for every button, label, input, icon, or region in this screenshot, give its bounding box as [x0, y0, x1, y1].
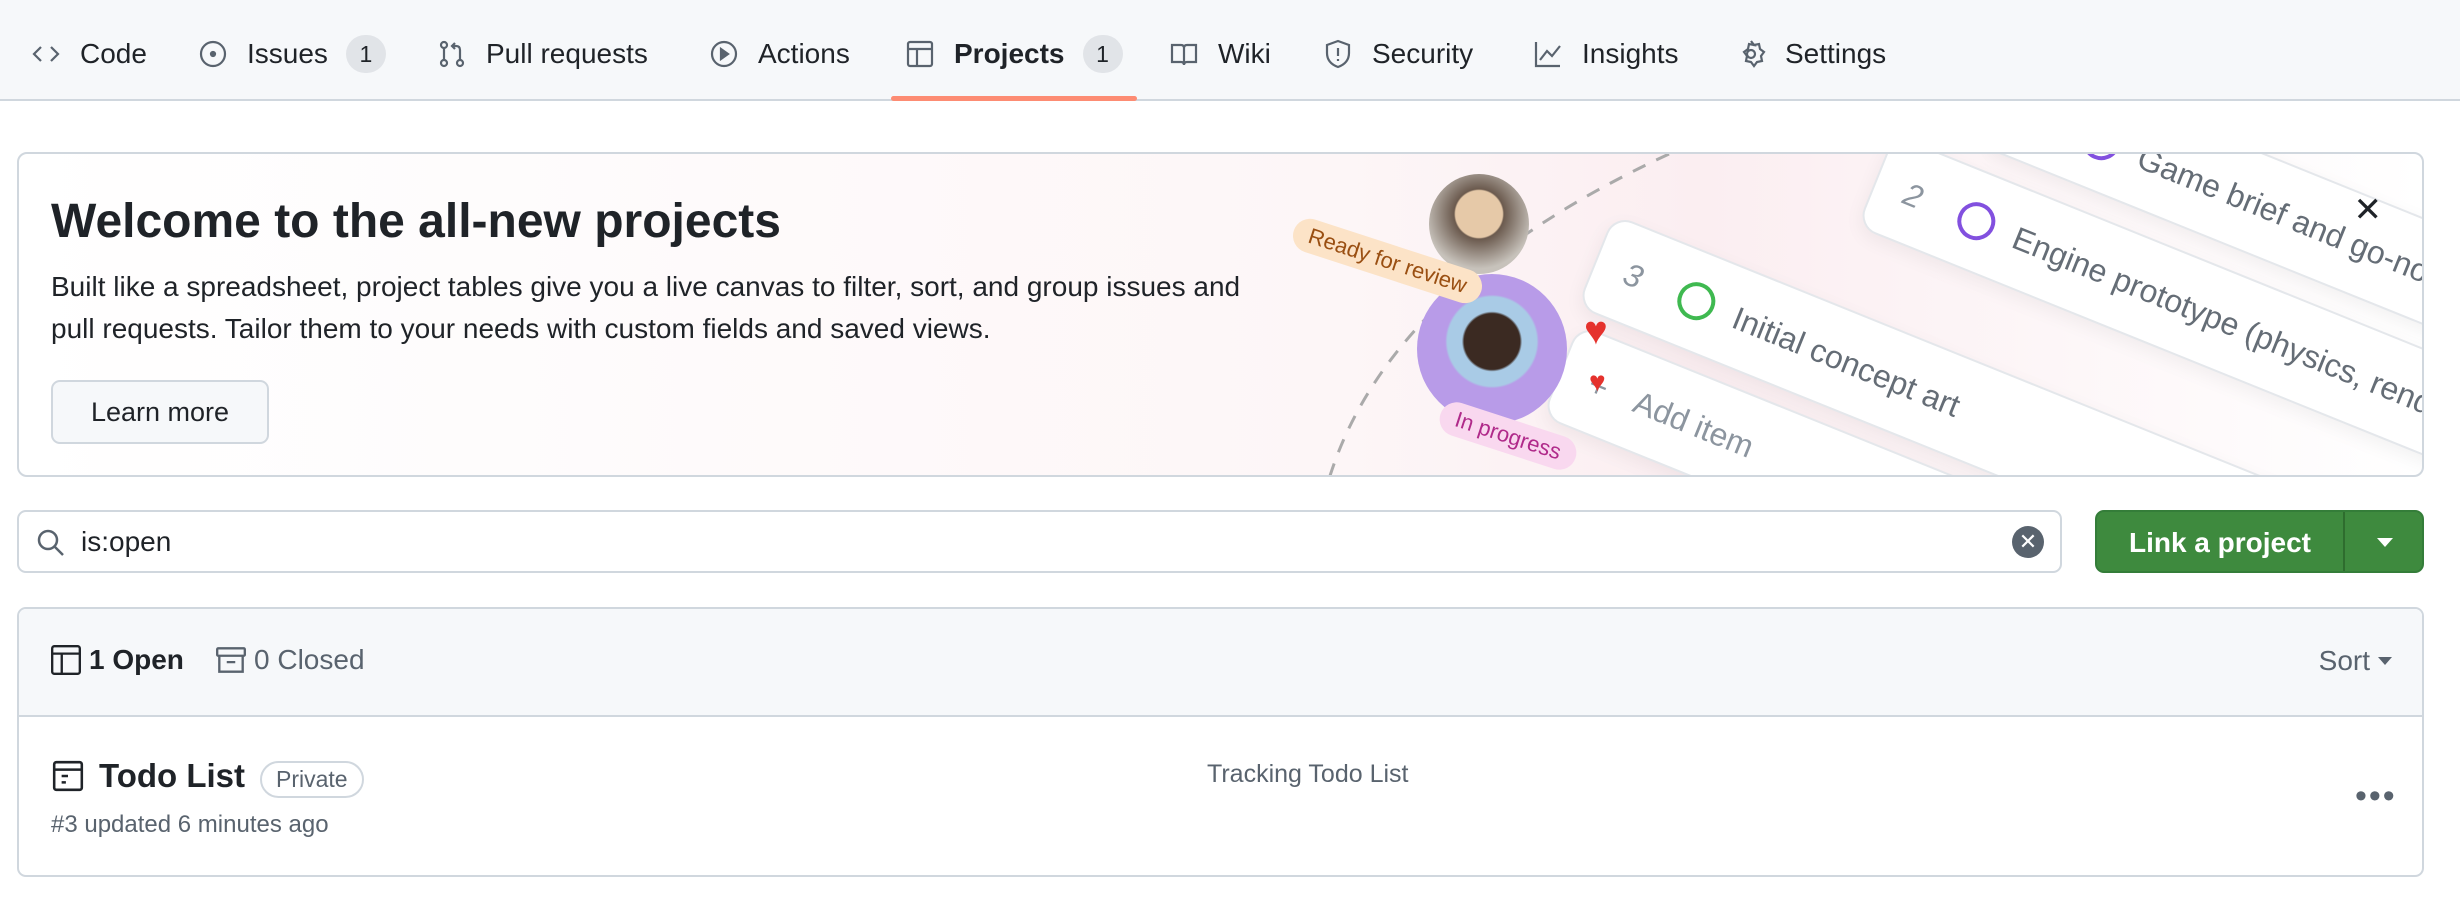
item-number: 3 [1618, 255, 1649, 296]
tab-label: Wiki [1218, 38, 1271, 69]
link-project-button[interactable]: Link a project [2095, 510, 2424, 573]
open-issue-icon [1671, 276, 1721, 326]
tab-security[interactable]: Security [1322, 30, 1473, 78]
tab-pull-requests[interactable]: Pull requests [436, 30, 648, 78]
tab-label: Issues [247, 38, 328, 69]
project-title-link[interactable]: Todo List [99, 757, 245, 795]
add-item-text: Add item [1628, 383, 1760, 465]
clear-search-button[interactable]: ✕ [2012, 526, 2044, 558]
code-icon [32, 46, 60, 62]
link-project-dropdown[interactable] [2343, 512, 2424, 571]
done-icon [2076, 154, 2126, 166]
project-icon [52, 760, 84, 792]
table-icon [906, 40, 934, 68]
item-number: 2 [1898, 175, 1929, 216]
table-icon [51, 645, 81, 675]
visibility-badge: Private [260, 761, 364, 798]
tab-label: Settings [1785, 38, 1887, 69]
tab-insights[interactable]: Insights [1532, 30, 1679, 78]
banner-title: Welcome to the all-new projects [51, 195, 781, 248]
banner-illustration: 1Game brief and go-no-go 2Engine prototy… [1269, 154, 2422, 475]
banner-description: Built like a spreadsheet, project tables… [51, 271, 1241, 344]
project-row: Todo List Private #3 updated 6 minutes a… [19, 717, 2422, 875]
tab-label: Actions [758, 38, 850, 69]
open-filter[interactable]: 1 Open [49, 643, 184, 677]
tab-label: Pull requests [486, 38, 648, 69]
archive-icon [216, 647, 246, 673]
welcome-banner: Welcome to the all-new projects Built li… [17, 152, 2424, 477]
done-icon [1951, 196, 2001, 246]
close-banner-button[interactable]: ✕ [2354, 190, 2383, 230]
tab-settings[interactable]: Settings [1735, 30, 1886, 78]
project-search: ✕ [17, 510, 2062, 573]
search-icon [37, 529, 64, 556]
tab-label: Insights [1582, 38, 1679, 69]
tab-code[interactable]: Code [30, 30, 147, 78]
pull-request-icon [439, 40, 465, 68]
book-icon [1170, 43, 1198, 66]
tab-label: Projects [954, 38, 1065, 69]
play-icon [710, 40, 738, 68]
avatar [1417, 274, 1567, 424]
sort-dropdown[interactable]: Sort [2319, 645, 2392, 677]
learn-more-button[interactable]: Learn more [51, 380, 269, 444]
project-list-header: 1 Open 0 Closed Sort [19, 609, 2422, 717]
shield-icon [1325, 39, 1351, 69]
search-input[interactable] [81, 520, 1981, 564]
heart-icon: ♥ [1589, 366, 1606, 397]
project-updated: #3 updated 6 minutes ago [51, 811, 329, 838]
projects-count-badge: 1 [1082, 35, 1123, 73]
closed-count: 0 Closed [254, 644, 365, 675]
tab-wiki[interactable]: Wiki [1168, 30, 1271, 78]
project-list: 1 Open 0 Closed Sort Todo List Private #… [17, 607, 2424, 877]
tab-issues[interactable]: Issues 1 [197, 30, 386, 78]
tab-label: Code [80, 38, 147, 69]
graph-icon [1534, 42, 1561, 68]
project-description: Tracking Todo List [1207, 760, 1409, 788]
issues-count-badge: 1 [345, 35, 386, 73]
tab-actions[interactable]: Actions [708, 30, 850, 78]
issue-icon [199, 40, 227, 68]
closed-filter[interactable]: 0 Closed [214, 643, 365, 677]
repo-nav: Code Issues 1 Pull requests Actions Proje… [0, 0, 2460, 101]
heart-icon: ♥ [1584, 309, 1608, 353]
avatar [1429, 174, 1529, 274]
link-project-label: Link a project [2128, 527, 2312, 558]
open-count: 1 Open [89, 644, 184, 675]
selected-tab-indicator [891, 96, 1137, 101]
gear-icon [1742, 40, 1766, 68]
project-options-button[interactable]: ••• [2355, 777, 2397, 816]
tab-projects[interactable]: Projects 1 [904, 30, 1123, 78]
tab-label: Security [1372, 38, 1474, 69]
